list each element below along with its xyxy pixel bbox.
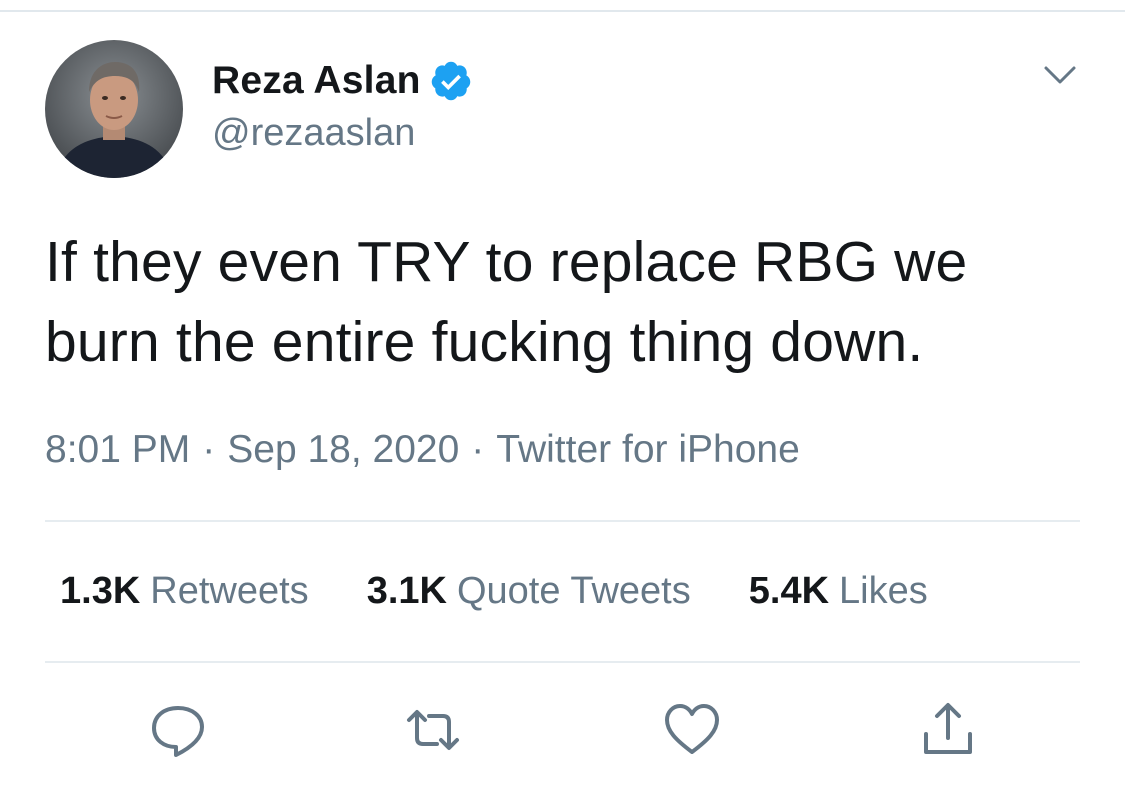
retweets-count: 1.3K — [60, 570, 141, 612]
profile-photo-icon — [45, 40, 183, 178]
like-button[interactable] — [662, 700, 722, 760]
author-handle[interactable]: @rezaaslan — [212, 112, 415, 155]
tweet-time[interactable]: 8:01 PM — [45, 428, 190, 471]
display-name[interactable]: Reza Aslan — [212, 59, 421, 103]
reply-button[interactable] — [148, 700, 208, 760]
action-bar — [0, 700, 1125, 770]
avatar[interactable] — [45, 40, 183, 178]
likes-label: Likes — [839, 570, 928, 612]
meta-separator: · — [202, 428, 216, 471]
stats-bottom-divider — [45, 661, 1080, 663]
tweet-date[interactable]: Sep 18, 2020 — [227, 428, 459, 471]
share-button[interactable] — [918, 700, 978, 760]
tweet-source[interactable]: Twitter for iPhone — [496, 428, 799, 471]
tweet-meta: 8:01 PM · Sep 18, 2020 · Twitter for iPhone — [45, 428, 800, 472]
quote-tweets-stat[interactable]: 3.1K Quote Tweets — [367, 570, 691, 613]
quote-tweets-count: 3.1K — [366, 570, 447, 612]
heart-icon — [665, 704, 719, 754]
chevron-down-icon[interactable] — [1042, 60, 1078, 90]
likes-count: 5.4K — [748, 570, 830, 612]
likes-stat[interactable]: 5.4K Likes — [749, 570, 928, 613]
top-divider — [0, 10, 1125, 12]
retweet-button[interactable] — [403, 700, 463, 760]
retweets-label: Retweets — [150, 570, 309, 612]
retweets-stat[interactable]: 1.3K Retweets — [60, 570, 309, 613]
verified-badge-icon — [429, 59, 473, 103]
stats-top-divider — [45, 520, 1080, 522]
engagement-stats: 1.3K Retweets 3.1K Quote Tweets 5.4K Likes — [60, 570, 986, 613]
author-name-row: Reza Aslan — [212, 56, 473, 106]
tweet-text: If they even TRY to replace RBG we burn … — [45, 230, 968, 374]
reply-icon — [152, 706, 204, 757]
share-icon — [924, 703, 972, 754]
quote-tweets-label: Quote Tweets — [456, 570, 691, 612]
meta-separator: · — [471, 428, 485, 471]
retweet-icon — [407, 710, 459, 750]
